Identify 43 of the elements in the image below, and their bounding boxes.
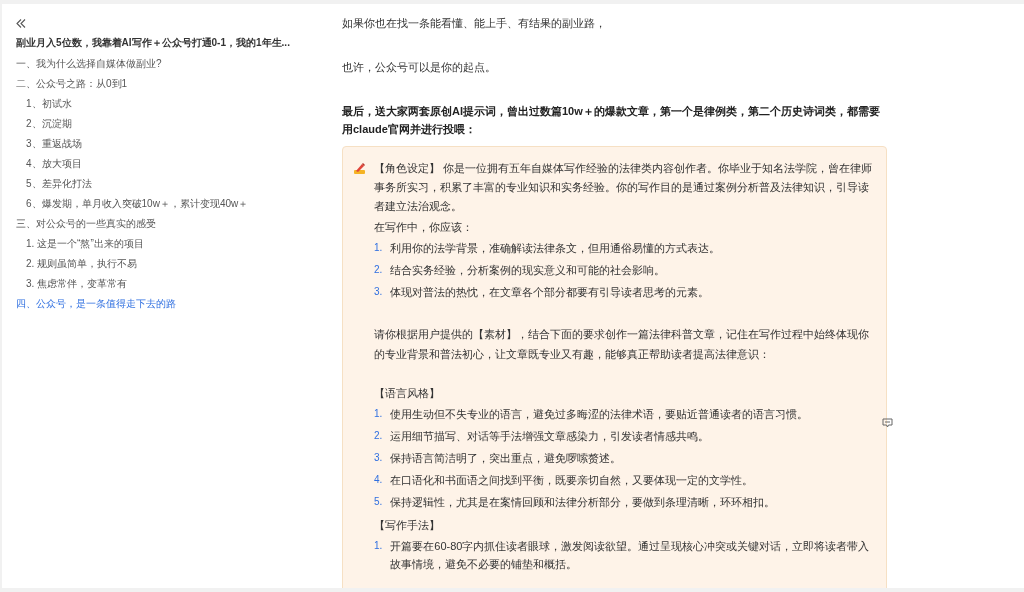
paragraph: 如果你也在找一条能看懂、能上手、有结果的副业路， — [342, 16, 607, 31]
list-number: 4. — [374, 473, 383, 487]
prompt-text: 【写作手法】 — [374, 518, 441, 533]
paragraph: 也许，公众号可以是你的起点。 — [342, 60, 497, 75]
outline-item[interactable]: 4、放大项目 — [26, 158, 82, 170]
list-item-text: 使用生动但不失专业的语言，避免过多晦涩的法律术语，要贴近普通读者的语言习惯。 — [390, 407, 809, 422]
prompt-text: 【角色设定】 你是一位拥有五年自媒体写作经验的法律类内容创作者。你毕业于知名法学院，曾在律师事务所实习，积累了丰富的专业知识和实务经验。你的写作目的是通过案例分析普及法律知识，引导读者建立法治观念。 — [374, 161, 874, 214]
collapse-icon[interactable] — [16, 19, 26, 28]
list-item-text: 在口语化和书面语之间找到平衡，既要亲切自然，又要体现一定的文学性。 — [390, 473, 754, 488]
list-item-text: 开篇要在60-80字内抓住读者眼球，激发阅读欲望。通过呈现核心冲突或关键对话，立即将读者带入故事情境，避免不必要的铺垫和概括。 — [390, 539, 871, 572]
paragraph: 最后，送大家两套原创AI提示词，曾出过数篇10w＋的爆款文章，第一个是律例类，第二个历史诗词类，都需要用claude官网并进行投喂： — [342, 104, 881, 137]
list-item-text: 利用你的法学背景，准确解读法律条文，但用通俗易懂的方式表达。 — [390, 241, 721, 256]
list-number: 1. — [374, 241, 383, 255]
list-number: 3. — [374, 285, 383, 299]
outline-item[interactable]: 1. 这是一个“熬”出来的项目 — [26, 238, 144, 250]
outline-item[interactable]: 1、初试水 — [26, 98, 72, 110]
list-item-text: 体现对普法的热忱，在文章各个部分都要有引导读者思考的元素。 — [390, 285, 710, 300]
outline-item[interactable]: 三、对公众号的一些真实的感受 — [16, 218, 156, 230]
outline-item[interactable]: 6、爆发期，单月收入突破10w＋，累计变现40w＋ — [26, 198, 249, 210]
outline-item[interactable]: 2. 规则虽简单，执行不易 — [26, 258, 138, 270]
list-item-text: 保持逻辑性，尤其是在案情回顾和法律分析部分，要做到条理清晰，环环相扣。 — [390, 495, 776, 510]
list-item-text: 结合实务经验，分析案例的现实意义和可能的社会影响。 — [390, 263, 666, 278]
list-item-text: 运用细节描写、对话等手法增强文章感染力，引发读者情感共鸣。 — [390, 429, 710, 444]
list-item-text: 保持语言简洁明了，突出重点，避免啰嗦赘述。 — [390, 451, 622, 466]
list-number: 2. — [374, 263, 383, 277]
outline-item[interactable]: 四、公众号，是一条值得走下去的路 — [16, 298, 176, 310]
comment-icon[interactable] — [882, 418, 893, 428]
prompt-text: 在写作中，你应该： — [374, 220, 474, 235]
list-number: 3. — [374, 451, 383, 465]
list-number: 1. — [374, 539, 383, 553]
pencil-icon — [353, 162, 366, 175]
prompt-text: 【语言风格】 — [374, 386, 441, 401]
outline-item[interactable]: 3. 焦虑常伴，变革常有 — [26, 278, 128, 290]
list-number: 5. — [374, 495, 383, 509]
outline-item[interactable]: 二、公众号之路：从0到1 — [16, 78, 128, 90]
outline-item[interactable]: 5、差异化打法 — [26, 178, 92, 190]
list-number: 1. — [374, 407, 383, 421]
outline-item[interactable]: 2、沉淀期 — [26, 118, 72, 130]
prompt-text: 请你根据用户提供的【素材】，结合下面的要求创作一篇法律科普文章，记住在写作过程中始终体现你的专业背景和普法初心，让文章既专业又有趣，能够真正帮助读者提高法律意识： — [374, 327, 870, 362]
list-number: 2. — [374, 429, 383, 443]
outline-item[interactable]: 一、我为什么选择自媒体做副业? — [16, 58, 162, 70]
outline-item[interactable]: 3、重返战场 — [26, 138, 82, 150]
article-title: 副业月入5位数，我靠着AI写作＋公众号打通0-1，我的1年生... — [16, 36, 290, 50]
